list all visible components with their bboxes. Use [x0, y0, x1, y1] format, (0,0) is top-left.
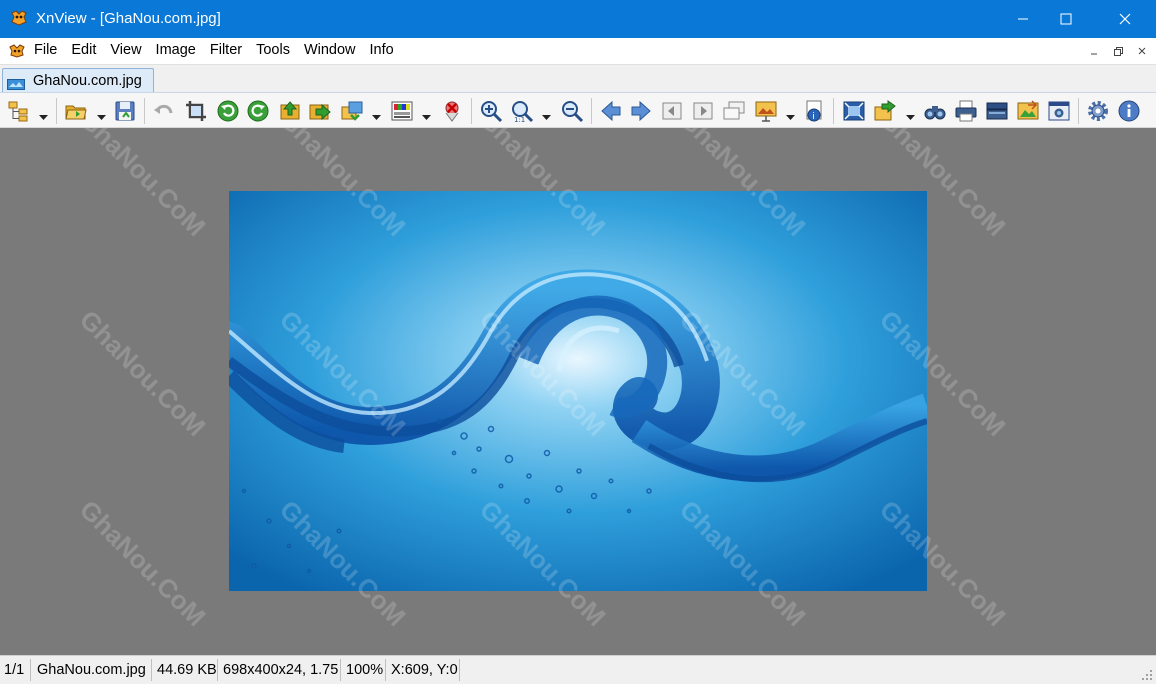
system-menu-icon[interactable] [8, 42, 26, 60]
svg-text:i: i [812, 112, 815, 122]
menu-edit[interactable]: Edit [71, 42, 96, 58]
menu-info[interactable]: Info [370, 42, 394, 58]
properties-icon[interactable]: i [802, 99, 826, 123]
color-adjust-icon[interactable] [390, 99, 414, 123]
status-filesize: 44.69 KB [157, 662, 217, 678]
title-bar: XnView - [GhaNou.com.jpg] [0, 0, 1156, 38]
save-icon[interactable] [113, 99, 137, 123]
previous-icon[interactable] [599, 99, 623, 123]
menu-image[interactable]: Image [156, 42, 196, 58]
capture-icon[interactable] [1047, 99, 1071, 123]
window-title: XnView - [GhaNou.com.jpg] [36, 10, 221, 27]
zoom-out-icon[interactable] [560, 99, 584, 123]
compare-icon[interactable] [1016, 99, 1040, 123]
status-divider [151, 659, 152, 681]
image-viewer[interactable]: GhaNou.CoM GhaNou.CoM GhaNou.CoM GhaNou.… [0, 128, 1156, 655]
zoom-dropdown-icon[interactable] [542, 108, 551, 120]
status-coords: X:609, Y:0 [391, 662, 458, 678]
export-icon[interactable] [873, 99, 897, 123]
status-filename: GhaNou.com.jpg [37, 662, 146, 678]
browser-icon[interactable] [6, 99, 30, 123]
toolbar-separator [833, 98, 834, 124]
delete-icon[interactable] [440, 99, 464, 123]
settings-icon[interactable] [1086, 99, 1110, 123]
scanner-icon[interactable] [985, 99, 1009, 123]
tab-bar: GhaNou.com.jpg [0, 64, 1156, 94]
menu-filter[interactable]: Filter [210, 42, 242, 58]
info-icon[interactable] [1117, 99, 1141, 123]
watermark-text: GhaNou.CoM [73, 128, 212, 242]
find-icon[interactable] [923, 99, 947, 123]
toolbar-separator [56, 98, 57, 124]
zoom-in-icon[interactable] [479, 99, 503, 123]
status-divider [340, 659, 341, 681]
toolbar-separator [144, 98, 145, 124]
mdi-close-button[interactable] [1132, 43, 1152, 59]
rotate-left-icon[interactable] [216, 99, 240, 123]
convert-dropdown-icon[interactable] [372, 108, 381, 120]
close-button[interactable] [1102, 0, 1148, 38]
watermark-text: GhaNou.CoM [73, 494, 212, 632]
status-divider [459, 659, 460, 681]
convert-icon[interactable] [340, 99, 364, 123]
tab-ghanou-image[interactable]: GhaNou.com.jpg [2, 68, 154, 94]
toolbar: 1:1 i [0, 92, 1156, 128]
tab-label: GhaNou.com.jpg [33, 73, 142, 89]
resize-grip-icon[interactable] [1141, 669, 1153, 681]
color-dropdown-icon[interactable] [422, 108, 431, 120]
multipage-icon[interactable] [722, 99, 746, 123]
displayed-image[interactable] [229, 191, 927, 591]
print-icon[interactable] [954, 99, 978, 123]
watermark-text: GhaNou.CoM [73, 304, 212, 442]
next-page-icon[interactable] [691, 99, 715, 123]
menu-tools[interactable]: Tools [256, 42, 290, 58]
undo-icon[interactable] [152, 99, 176, 123]
status-divider [30, 659, 31, 681]
status-zoom: 100% [346, 662, 384, 678]
next-icon[interactable] [629, 99, 653, 123]
open-dropdown-icon[interactable] [97, 108, 106, 120]
slideshow-dropdown-icon[interactable] [786, 108, 795, 120]
status-dimensions: 698x400x24, 1.75 [223, 662, 339, 678]
toolbar-separator [471, 98, 472, 124]
slideshow-icon[interactable] [754, 99, 778, 123]
menu-bar: File Edit View Image Filter Tools Window… [0, 38, 1156, 64]
menu-view[interactable]: View [110, 42, 141, 58]
move-right-icon[interactable] [308, 99, 332, 123]
status-divider [217, 659, 218, 681]
crop-icon[interactable] [184, 99, 208, 123]
toolbar-separator [591, 98, 592, 124]
maximize-button[interactable] [1043, 0, 1089, 38]
toolbar-separator [1078, 98, 1079, 124]
status-bar: 1/1 GhaNou.com.jpg 44.69 KB 698x400x24, … [0, 655, 1156, 684]
move-up-icon[interactable] [278, 99, 302, 123]
open-folder-icon[interactable] [64, 99, 88, 123]
mdi-minimize-button[interactable] [1084, 43, 1104, 59]
xnview-logo-icon[interactable] [10, 9, 28, 27]
zoom-icon[interactable]: 1:1 [510, 99, 534, 123]
rotate-right-icon[interactable] [246, 99, 270, 123]
svg-text:1:1: 1:1 [514, 116, 525, 123]
minimize-button[interactable] [1000, 0, 1046, 38]
menu-file[interactable]: File [34, 42, 57, 58]
menu-window[interactable]: Window [304, 42, 356, 58]
export-dropdown-icon[interactable] [906, 108, 915, 120]
image-file-icon [7, 77, 25, 90]
first-page-icon[interactable] [660, 99, 684, 123]
status-divider [385, 659, 386, 681]
status-page: 1/1 [4, 662, 25, 678]
browser-dropdown-icon[interactable] [39, 108, 48, 120]
fullscreen-icon[interactable] [842, 99, 866, 123]
mdi-restore-button[interactable] [1108, 43, 1128, 59]
